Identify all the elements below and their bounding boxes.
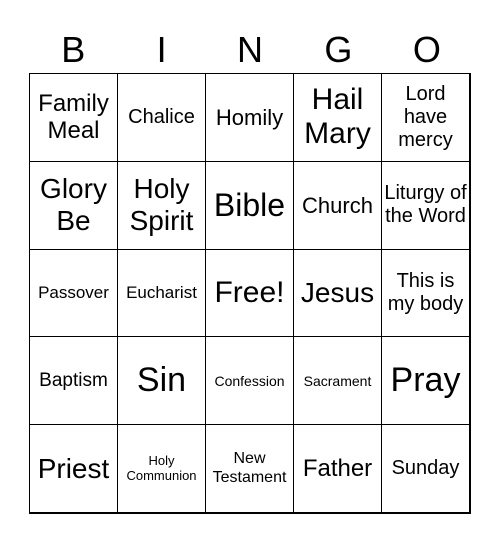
bingo-cell: Chalice [117, 73, 206, 162]
bingo-cell: Lord have mercy [381, 73, 470, 162]
bingo-cell: Hail Mary [293, 73, 382, 162]
bingo-cell: Church [293, 160, 382, 250]
bingo-cell: Bible [205, 160, 294, 250]
bingo-cell: Family Meal [29, 73, 118, 162]
bingo-cell: This is my body [381, 248, 470, 338]
bingo-cell: Passover [29, 248, 118, 338]
bingo-cell: Jesus [293, 248, 382, 338]
header-letter-i: I [156, 29, 167, 70]
bingo-cell: Father [293, 424, 382, 513]
bingo-cell: Priest [29, 424, 118, 513]
bingo-cell: Confession [205, 336, 294, 426]
bingo-cell: Pray [381, 336, 470, 426]
header-letter-o: O [412, 29, 441, 70]
bingo-cell: Sin [117, 336, 206, 426]
bingo-cell: New Testament [205, 424, 294, 513]
bingo-cell: Free! [205, 248, 294, 338]
bingo-grid: Family Meal Chalice Homily Hail Mary Lord ha… [29, 73, 471, 514]
header-letter-b: B [61, 29, 86, 70]
bingo-cell: Holy Spirit [117, 160, 206, 250]
header-letter-n: N [237, 29, 264, 70]
bingo-cell: Baptism [29, 336, 118, 426]
bingo-cell: Homily [205, 73, 294, 162]
header-letter-g: G [324, 29, 353, 70]
bingo-cell: Sunday [381, 424, 470, 513]
bingo-cell: Glory Be [29, 160, 118, 250]
bingo-cell: Sacrament [293, 336, 382, 426]
bingo-header: B I N G O [29, 28, 471, 72]
bingo-cell: Holy Communion [117, 424, 206, 513]
bingo-cell: Liturgy of the Word [381, 160, 470, 250]
bingo-cell: Eucharist [117, 248, 206, 338]
